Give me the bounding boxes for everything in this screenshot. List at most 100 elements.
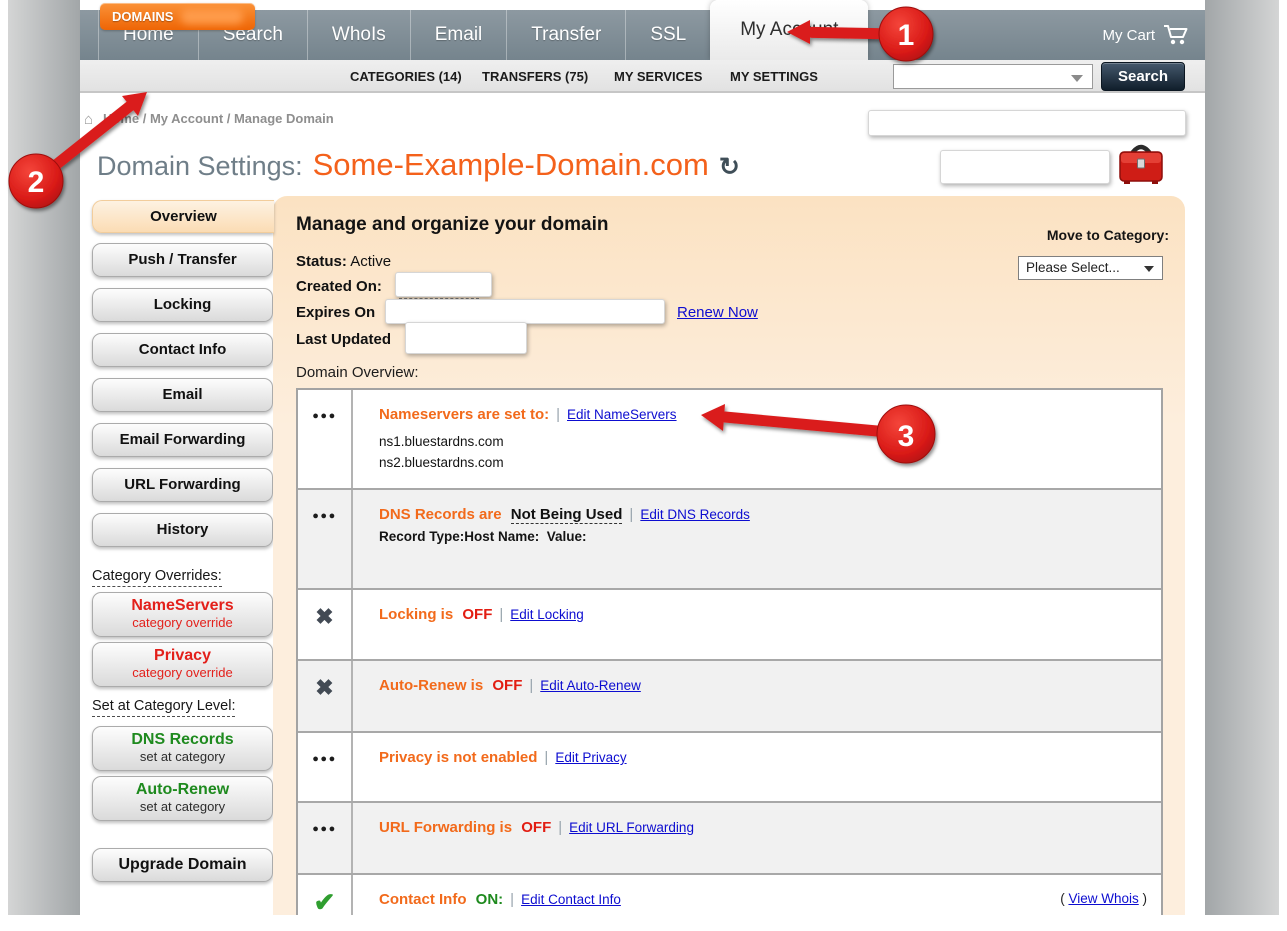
status-value: Active	[350, 253, 391, 270]
page: Home Search WhoIs Email Transfer SSL My …	[80, 0, 1205, 915]
tab-email[interactable]: Email	[410, 10, 507, 60]
edit-nameservers-link[interactable]: Edit NameServers	[567, 407, 677, 422]
nameserver-1: ns1.bluestardns.com	[379, 431, 1147, 452]
updated-line: Last Updated	[296, 331, 391, 348]
domain-search-combobox[interactable]	[893, 64, 1093, 89]
domain-overview-label: Domain Overview:	[296, 364, 419, 381]
expires-label: Expires On	[296, 304, 375, 321]
tab-my-account[interactable]: My Account	[710, 0, 868, 60]
category-select-value: Please Select...	[1026, 260, 1120, 275]
breadcrumb[interactable]: Home / My Account / Manage Domain	[103, 111, 334, 126]
privacy-override-sub: category override	[93, 665, 272, 680]
edit-privacy-link[interactable]: Edit Privacy	[555, 750, 626, 765]
subnav-my-services[interactable]: MY SERVICES	[614, 61, 702, 92]
row-status: OFF	[462, 606, 492, 623]
row-status: OFF	[492, 677, 522, 694]
tab-whois[interactable]: WhoIs	[307, 10, 410, 60]
cart-icon	[1163, 24, 1189, 46]
row-title: Contact Info	[379, 891, 467, 908]
title-prefix: Domain Settings:	[97, 151, 303, 182]
dots-icon: ●●●	[312, 510, 336, 522]
table-row-nameservers: ●●● Nameservers are set to:|Edit NameSer…	[298, 390, 1161, 490]
set-at-category-label: Set at Category Level:	[92, 698, 235, 714]
sidebar-item-history[interactable]: History	[92, 513, 273, 547]
row-status: Not Being Used	[511, 506, 623, 524]
edit-locking-link[interactable]: Edit Locking	[510, 607, 584, 622]
table-row-locking: ✖ Locking is OFF|Edit Locking	[298, 590, 1161, 661]
sidebar-item-push-transfer[interactable]: Push / Transfer	[92, 243, 273, 277]
expires-line: Expires On	[296, 304, 375, 321]
section-heading: Manage and organize your domain	[296, 214, 609, 236]
tab-transfer[interactable]: Transfer	[506, 10, 625, 60]
redacted-created-date	[395, 272, 492, 297]
left-gutter	[8, 0, 80, 915]
sidebar-item-upgrade-domain[interactable]: Upgrade Domain	[92, 848, 273, 882]
category-select[interactable]: Please Select...	[1018, 256, 1163, 280]
table-row-privacy: ●●● Privacy is not enabled|Edit Privacy	[298, 733, 1161, 803]
category-overrides-label: Category Overrides:	[92, 568, 222, 584]
row-title: Locking is	[379, 606, 453, 623]
dns-records-category-title: DNS Records	[93, 731, 272, 749]
sidebar-item-email-forwarding[interactable]: Email Forwarding	[92, 423, 273, 457]
chevron-down-icon	[1071, 75, 1083, 82]
sidebar-item-auto-renew-category[interactable]: Auto-Renew set at category	[92, 776, 273, 821]
edit-auto-renew-link[interactable]: Edit Auto-Renew	[540, 678, 641, 693]
my-cart-label: My Cart	[1103, 27, 1156, 44]
auto-renew-category-title: Auto-Renew	[93, 781, 272, 799]
redacted-updated-date	[405, 322, 527, 354]
sidebar-item-url-forwarding[interactable]: URL Forwarding	[92, 468, 273, 502]
check-icon: ✔	[314, 887, 336, 915]
edit-url-forwarding-link[interactable]: Edit URL Forwarding	[569, 820, 694, 835]
redacted-expires-date	[385, 299, 665, 324]
status-line: Status: Active	[296, 253, 391, 270]
x-icon: ✖	[315, 675, 333, 701]
move-to-category-label: Move to Category:	[1047, 227, 1169, 243]
view-whois-link[interactable]: View Whois	[1068, 891, 1138, 906]
right-gutter	[1205, 0, 1279, 915]
sidebar-item-nameservers-override[interactable]: NameServers category override	[92, 592, 273, 637]
row-status: OFF	[521, 819, 551, 836]
updated-label: Last Updated	[296, 331, 391, 348]
sidebar-item-locking[interactable]: Locking	[92, 288, 273, 322]
sidebar-item-contact-info[interactable]: Contact Info	[92, 333, 273, 367]
redacted-box-title	[940, 150, 1110, 184]
chevron-down-icon	[1144, 266, 1154, 272]
redacted-domain-count	[181, 9, 243, 24]
sidebar-item-dns-records-category[interactable]: DNS Records set at category	[92, 726, 273, 771]
nameservers-override-title: NameServers	[93, 597, 272, 615]
row-title: Nameservers are set to:	[379, 406, 549, 423]
dots-icon: ●●●	[312, 823, 336, 835]
dots-icon: ●●●	[312, 753, 336, 765]
sidebar-item-privacy-override[interactable]: Privacy category override	[92, 642, 273, 687]
sidebar-item-overview[interactable]: Overview	[92, 200, 274, 233]
page-title: Domain Settings: Some-Example-Domain.com…	[97, 147, 740, 183]
created-label: Created On:	[296, 278, 382, 295]
row-title: URL Forwarding is	[379, 819, 512, 836]
edit-dns-records-link[interactable]: Edit DNS Records	[640, 507, 750, 522]
tab-ssl[interactable]: SSL	[625, 10, 710, 60]
subnav-my-settings[interactable]: MY SETTINGS	[730, 61, 818, 92]
dns-record-columns: Record Type:Host Name: Value:	[379, 529, 1147, 544]
my-cart-button[interactable]: My Cart	[1103, 10, 1190, 60]
row-title: DNS Records are	[379, 506, 502, 523]
subnav-categories[interactable]: CATEGORIES (14)	[350, 61, 462, 92]
table-row-url-forwarding: ●●● URL Forwarding is OFF|Edit URL Forwa…	[298, 803, 1161, 875]
renew-now-link[interactable]: Renew Now	[677, 304, 758, 321]
subnav-domains-button[interactable]: DOMAINS	[100, 3, 255, 30]
search-button[interactable]: Search	[1101, 62, 1185, 91]
toolbox-icon[interactable]	[1116, 140, 1166, 188]
subnav-transfers[interactable]: TRANSFERS (75)	[482, 61, 588, 92]
sidebar-item-email[interactable]: Email	[92, 378, 273, 412]
nameservers-override-sub: category override	[93, 615, 272, 630]
privacy-override-title: Privacy	[93, 647, 272, 665]
screenshot-canvas: Home Search WhoIs Email Transfer SSL My …	[0, 0, 1287, 931]
view-whois: ( View Whois )	[1060, 891, 1147, 906]
dots-icon: ●●●	[312, 410, 336, 422]
row-title: Auto-Renew is	[379, 677, 483, 694]
overview-table: ●●● Nameservers are set to:|Edit NameSer…	[296, 388, 1163, 915]
row-title: Privacy is not enabled	[379, 749, 537, 766]
refresh-icon[interactable]: ↻	[719, 152, 740, 182]
edit-contact-info-link[interactable]: Edit Contact Info	[521, 892, 621, 907]
domains-label: DOMAINS	[112, 9, 173, 24]
table-row-contact-info: ✔ Contact Info ON:|Edit Contact Info ( V…	[298, 875, 1161, 915]
